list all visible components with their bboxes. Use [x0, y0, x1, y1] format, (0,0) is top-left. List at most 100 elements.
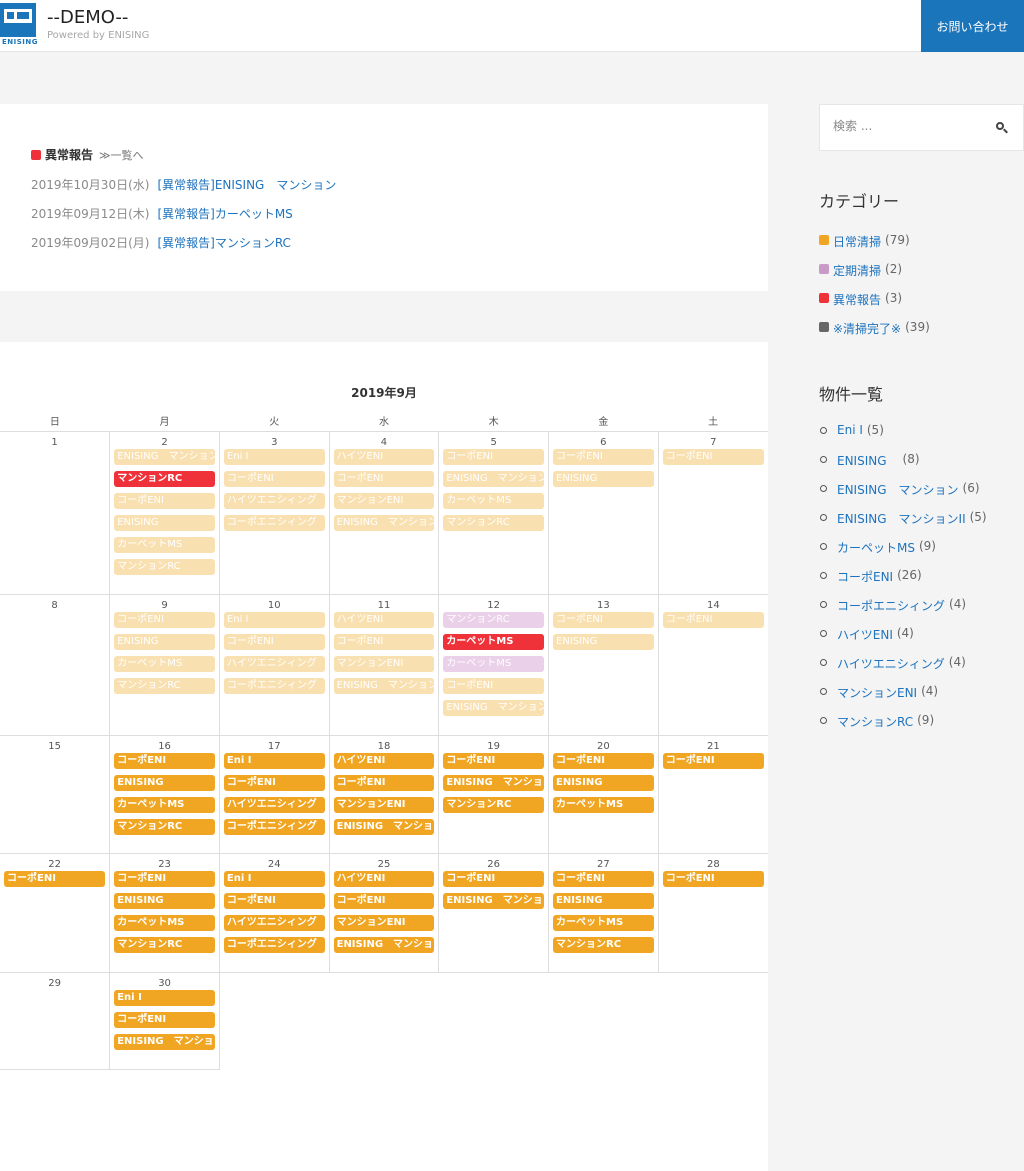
calendar-event[interactable]: ENISING: [553, 470, 654, 487]
calendar-event[interactable]: ENISING: [114, 514, 215, 531]
calendar-event[interactable]: マンションENI: [333, 492, 435, 509]
category-link[interactable]: 定期清掃: [833, 262, 881, 279]
calendar-event[interactable]: コーポENI: [553, 611, 654, 628]
calendar-event[interactable]: コーポENI: [443, 870, 545, 887]
calendar-day-cell[interactable]: 11 ハイツENI コーポENI マンションENI ENISING マンション: [328, 593, 440, 736]
calendar-event[interactable]: コーポエニシィング: [223, 936, 325, 953]
calendar-event[interactable]: ハイツエニシィング: [223, 796, 325, 813]
calendar-event[interactable]: マンションENI: [333, 655, 435, 672]
calendar-day-cell[interactable]: 15: [0, 734, 111, 854]
calendar-event[interactable]: カーペットMS: [114, 914, 215, 931]
calendar-event[interactable]: コーポENI: [223, 633, 325, 650]
calendar-event[interactable]: ENISING: [114, 633, 215, 650]
category-link[interactable]: 日常清掃: [833, 233, 881, 250]
contact-button[interactable]: お問い合わせ: [921, 0, 1024, 52]
calendar-event[interactable]: マンションRC: [114, 470, 215, 487]
calendar-event[interactable]: Eni I: [223, 611, 325, 628]
calendar-event[interactable]: カーペットMS: [553, 796, 654, 813]
calendar-event[interactable]: コーポENI: [333, 774, 435, 791]
calendar-event[interactable]: ENISING マンション: [333, 677, 435, 694]
calendar-event[interactable]: マンションENI: [333, 796, 435, 813]
calendar-event[interactable]: マンションRC: [443, 514, 545, 531]
calendar-event[interactable]: コーポENI: [443, 677, 545, 694]
calendar-event[interactable]: コーポENI: [114, 611, 215, 628]
calendar-event[interactable]: コーポENI: [333, 892, 435, 909]
calendar-event[interactable]: Eni I: [114, 989, 215, 1006]
calendar-event[interactable]: マンションRC: [443, 611, 545, 628]
calendar-day-cell[interactable]: 25 ハイツENI コーポENI マンションENI ENISING マンション: [328, 852, 440, 973]
search-input[interactable]: [833, 119, 983, 133]
calendar-event[interactable]: ENISING マンション: [443, 774, 545, 791]
calendar-event[interactable]: コーポENI: [333, 633, 435, 650]
calendar-day-cell[interactable]: 5 コーポENI ENISING マンション カーペットMS マンションRC: [438, 430, 550, 595]
calendar-event[interactable]: コーポENI: [114, 1011, 215, 1028]
calendar-event[interactable]: ENISING: [553, 633, 654, 650]
calendar-day-cell[interactable]: 30 Eni I コーポENI ENISING マンション: [109, 971, 220, 1070]
property-link[interactable]: ENISING マンション: [837, 481, 959, 498]
calendar-event[interactable]: ENISING: [553, 774, 654, 791]
calendar-event[interactable]: マンションRC: [114, 936, 215, 953]
calendar-day-cell[interactable]: 20 コーポENI ENISING カーペットMS: [548, 734, 659, 854]
property-link[interactable]: マンションENI: [837, 684, 917, 701]
calendar-day-cell[interactable]: 28 コーポENI: [657, 852, 768, 973]
calendar-event[interactable]: ENISING マンション: [333, 818, 435, 835]
property-link[interactable]: コーポエニシィング: [837, 597, 945, 614]
category-link[interactable]: 異常報告: [833, 291, 881, 308]
calendar-event[interactable]: ENISING: [114, 774, 215, 791]
property-link[interactable]: ハイツENI: [837, 626, 893, 643]
calendar-day-cell[interactable]: 6 コーポENI ENISING: [548, 430, 659, 595]
calendar-event[interactable]: コーポENI: [553, 752, 654, 769]
calendar-event[interactable]: コーポENI: [553, 870, 654, 887]
calendar-day-cell[interactable]: 3 Eni I コーポENI ハイツエニシィング コーポエニシィング: [218, 430, 330, 595]
property-link[interactable]: カーペットMS: [837, 539, 915, 556]
calendar-event[interactable]: マンションRC: [114, 818, 215, 835]
property-link[interactable]: ハイツエニシィング: [837, 655, 945, 672]
calendar-day-cell[interactable]: 19 コーポENI ENISING マンション マンションRC: [438, 734, 550, 854]
calendar-event[interactable]: コーポENI: [223, 470, 325, 487]
calendar-event[interactable]: ハイツENI: [333, 752, 435, 769]
calendar-event[interactable]: コーポENI: [333, 470, 435, 487]
calendar-event[interactable]: コーポENI: [223, 774, 325, 791]
calendar-day-cell[interactable]: 27 コーポENI ENISING カーペットMS マンションRC: [548, 852, 659, 973]
calendar-event[interactable]: カーペットMS: [443, 492, 545, 509]
calendar-event[interactable]: ENISING マンション: [333, 936, 435, 953]
calendar-day-cell[interactable]: 10 Eni I コーポENI ハイツエニシィング コーポエニシィング: [218, 593, 330, 736]
calendar-day-cell[interactable]: 23 コーポENI ENISING カーペットMS マンションRC: [109, 852, 220, 973]
calendar-event[interactable]: コーポENI: [4, 870, 106, 887]
property-link[interactable]: マンションRC: [837, 713, 913, 730]
calendar-event[interactable]: コーポENI: [662, 448, 764, 465]
calendar-event[interactable]: ENISING マンション: [333, 514, 435, 531]
calendar-event[interactable]: コーポENI: [223, 892, 325, 909]
calendar-event[interactable]: コーポENI: [114, 492, 215, 509]
calendar-day-cell[interactable]: 17 Eni I コーポENI ハイツエニシィング コーポエニシィング: [218, 734, 330, 854]
calendar-event[interactable]: ハイツエニシィング: [223, 655, 325, 672]
calendar-event[interactable]: コーポエニシィング: [223, 677, 325, 694]
calendar-event[interactable]: ENISING マンション: [443, 699, 545, 716]
calendar-event[interactable]: カーペットMS: [553, 914, 654, 931]
calendar-day-cell[interactable]: 22 コーポENI: [0, 852, 111, 973]
calendar-day-cell[interactable]: 16 コーポENI ENISING カーペットMS マンションRC: [109, 734, 220, 854]
calendar-event[interactable]: コーポENI: [553, 448, 654, 465]
site-title[interactable]: --DEMO--: [47, 7, 128, 28]
calendar-event[interactable]: ENISING: [553, 892, 654, 909]
calendar-event[interactable]: ENISING マンション: [443, 892, 545, 909]
calendar-event[interactable]: カーペットMS: [114, 655, 215, 672]
property-link[interactable]: コーポENI: [837, 568, 893, 585]
calendar-day-cell[interactable]: 9 コーポENI ENISING カーペットMS マンションRC: [109, 593, 220, 736]
calendar-event[interactable]: Eni I: [223, 448, 325, 465]
calendar-event[interactable]: Eni I: [223, 752, 325, 769]
calendar-event[interactable]: ハイツENI: [333, 611, 435, 628]
property-link[interactable]: Eni I: [837, 423, 863, 437]
calendar-day-cell[interactable]: 18 ハイツENI コーポENI マンションENI ENISING マンション: [328, 734, 440, 854]
report-item-link[interactable]: [異常報告]カーペットMS: [157, 205, 292, 234]
calendar-event[interactable]: カーペットMS: [443, 633, 545, 650]
calendar-event[interactable]: マンションRC: [114, 558, 215, 575]
calendar-event[interactable]: Eni I: [223, 870, 325, 887]
calendar-event[interactable]: ENISING マンション: [114, 448, 215, 465]
calendar-day-cell[interactable]: 13 コーポENI ENISING: [548, 593, 659, 736]
calendar-event[interactable]: マンションRC: [553, 936, 654, 953]
calendar-day-cell[interactable]: 8: [0, 593, 111, 736]
property-link[interactable]: ENISING マンションII: [837, 510, 966, 527]
calendar-event[interactable]: ENISING マンション: [114, 1033, 215, 1050]
calendar-event[interactable]: コーポENI: [114, 752, 215, 769]
